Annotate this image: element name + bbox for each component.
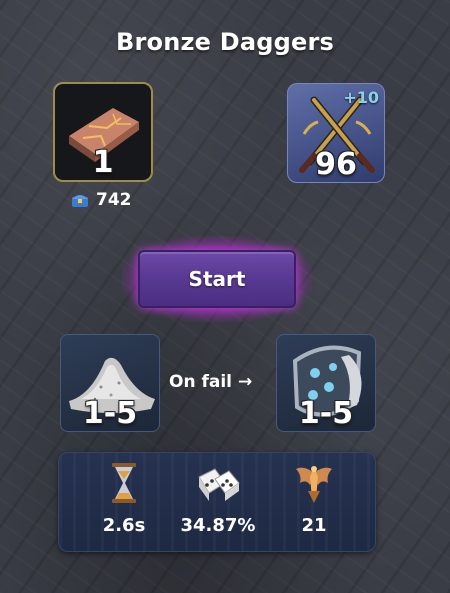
material-input-tile[interactable]: 1-5	[60, 334, 160, 432]
bank-count-value: 742	[96, 190, 132, 210]
hourglass-icon	[112, 463, 136, 503]
output-item-quantity: 96	[315, 147, 357, 182]
bank-chest-icon	[72, 195, 88, 207]
stat-xp-value: 21	[301, 515, 327, 536]
input-item-quantity: 1	[92, 145, 114, 180]
material-fail-range: 1-5	[298, 396, 354, 431]
stat-time-value: 2.6s	[102, 515, 146, 536]
stats-panel: 2.6s 34.87% 21	[58, 452, 376, 552]
material-input-range: 1-5	[82, 396, 138, 431]
page-title: Bronze Daggers	[116, 28, 334, 56]
stat-time: 2.6s	[71, 453, 177, 553]
material-fail-tile[interactable]: 1-5	[276, 334, 376, 432]
bank-count: 742	[70, 190, 132, 210]
stat-chance: 34.87%	[165, 453, 271, 553]
winged-emblem-icon	[296, 466, 332, 503]
start-button[interactable]: Start	[138, 250, 296, 308]
stat-chance-value: 34.87%	[180, 515, 256, 536]
on-fail-text: On fail	[169, 372, 232, 392]
input-item-tile[interactable]: 1	[53, 82, 153, 182]
arrow-right-icon: →	[238, 372, 253, 392]
upgrade-bonus-badge: +10	[343, 88, 379, 107]
on-fail-label: On fail →	[169, 372, 252, 392]
dice-icon	[198, 468, 240, 501]
stat-xp: 21	[261, 453, 367, 553]
output-item-tile[interactable]: +10 96	[287, 83, 385, 183]
